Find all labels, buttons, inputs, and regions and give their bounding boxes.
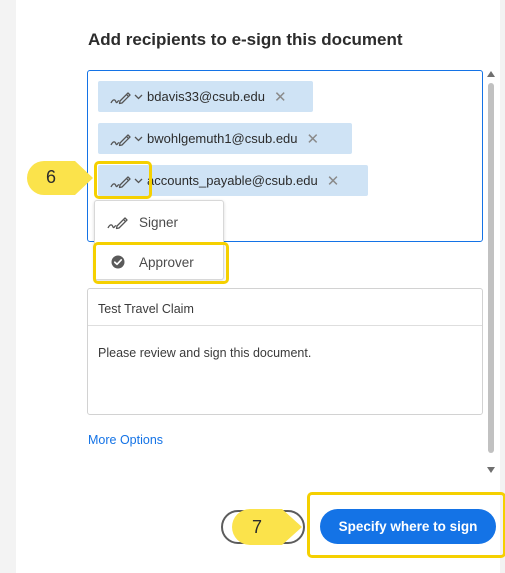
recipient-email: bwohlgemuth1@csub.edu [147, 131, 298, 146]
message-panel: Test Travel Claim Please review and sign… [87, 288, 483, 415]
scroll-thumb[interactable] [488, 83, 494, 453]
recipient-email: accounts_payable@csub.edu [147, 173, 318, 188]
scroll-down-arrow-icon[interactable] [487, 467, 495, 473]
signer-pen-icon [110, 91, 131, 104]
left-panel-edge [0, 0, 16, 573]
scroll-up-arrow-icon[interactable] [487, 71, 495, 77]
recipient-chip: bwohlgemuth1@csub.edu ✕ [98, 123, 352, 154]
remove-recipient-icon[interactable]: ✕ [274, 88, 287, 106]
menu-item-label: Signer [139, 214, 179, 230]
dialog-title: Add recipients to e-sign this document [88, 30, 403, 49]
specify-where-to-sign-button[interactable]: Specify where to sign [320, 509, 496, 544]
scrollbar[interactable] [486, 71, 496, 474]
signer-pen-icon [110, 133, 131, 146]
recipient-chip: bdavis33@csub.edu ✕ [98, 81, 313, 112]
remove-recipient-icon[interactable]: ✕ [327, 172, 340, 190]
right-panel-edge [500, 0, 505, 573]
role-selector-button[interactable] [98, 123, 147, 154]
divider [88, 325, 482, 326]
callout-number: 6 [45, 167, 56, 187]
callout-number: 7 [251, 516, 262, 537]
chevron-down-icon [134, 136, 143, 141]
recipient-email: bdavis33@csub.edu [147, 89, 265, 104]
menu-item-signer[interactable]: Signer [95, 203, 223, 241]
document-name-field[interactable]: Test Travel Claim [98, 302, 194, 316]
message-field[interactable]: Please review and sign this document. [98, 346, 311, 360]
remove-recipient-icon[interactable]: ✕ [307, 130, 320, 148]
signer-pen-icon [107, 214, 129, 230]
highlight-role-selector [94, 161, 152, 199]
role-selector-button[interactable] [98, 81, 147, 112]
chevron-down-icon [134, 94, 143, 99]
more-options-link[interactable]: More Options [88, 433, 163, 447]
highlight-approver-option [93, 242, 229, 284]
